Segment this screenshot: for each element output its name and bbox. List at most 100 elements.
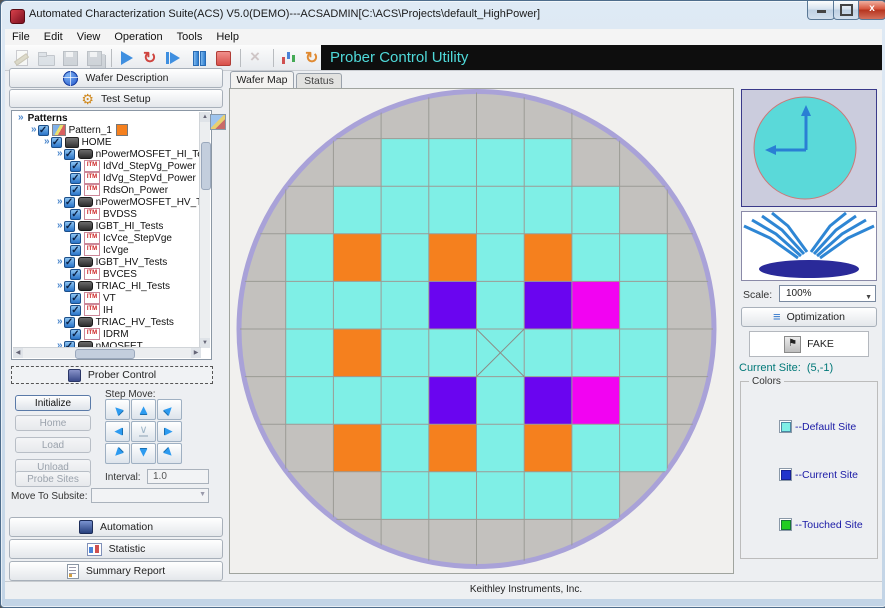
wafer-map[interactable] [230,89,733,573]
wafer-die[interactable] [429,472,477,520]
checkbox-checked[interactable]: ✓ [70,173,81,184]
wafer-die[interactable] [381,377,429,425]
pattern-tree[interactable]: »Patterns»✓Pattern_1»✓HOME»✓nPowerMOSFET… [11,110,212,360]
step-move-center[interactable]: ∨ [131,421,156,442]
checkbox-checked[interactable]: ✓ [70,185,81,196]
wafer-die[interactable] [286,234,334,282]
scroll-down-icon[interactable]: ▼ [200,338,210,348]
save-all-icon[interactable] [83,48,105,68]
optimization-button[interactable]: ≡ Optimization [741,307,877,327]
menu-operation[interactable]: Operation [107,31,169,43]
wafer-die[interactable] [477,472,525,520]
checkbox-checked[interactable]: ✓ [70,329,81,340]
wafer-die[interactable] [477,377,525,425]
wafer-die[interactable] [572,329,620,377]
wafer-die[interactable] [620,377,668,425]
wafer-die[interactable] [286,377,334,425]
repeat-icon[interactable] [140,48,162,68]
initialize-button[interactable]: Initialize [15,395,91,411]
checkbox-checked[interactable]: ✓ [70,233,81,244]
step-move-down-left[interactable]: ▲ [105,443,130,464]
wafer-die[interactable] [524,281,572,329]
wafer-die[interactable] [381,472,429,520]
wafer-die[interactable] [524,139,572,187]
expander-icon[interactable]: » [57,197,63,207]
tree-item-idrm[interactable]: ✓ITMIDRM [12,328,200,340]
report-icon[interactable] [278,48,300,68]
interval-field[interactable]: 1.0 [147,469,209,484]
tree-item-rdson_power[interactable]: ✓ITMRdsOn_Power [12,184,200,196]
wafer-die[interactable] [572,281,620,329]
wafer-die[interactable] [524,424,572,472]
wafer-die[interactable] [572,186,620,234]
step-move-down-right[interactable]: ▲ [157,443,182,464]
wafer-die[interactable] [333,424,381,472]
expander-icon[interactable]: » [57,221,63,231]
tree-item-patterns[interactable]: »Patterns [12,112,200,124]
tab-wafer-map[interactable]: Wafer Map [230,71,294,88]
wafer-die[interactable] [429,424,477,472]
wafer-die[interactable] [524,234,572,282]
wafer-die[interactable] [477,424,525,472]
checkbox-checked[interactable]: ✓ [64,317,75,328]
pattern-thumbnail-icon[interactable] [210,114,226,130]
wafer-die[interactable] [524,377,572,425]
tab-status[interactable]: Status [296,73,342,88]
wafer-die[interactable] [333,186,381,234]
step-move-up[interactable]: ▲ [131,399,156,420]
probe-sites-button[interactable]: Probe Sites [15,471,91,487]
tree-item-icvce_stepvge[interactable]: ✓ITMIcVce_StepVge [12,232,200,244]
statistic-button[interactable]: Statistic [9,539,223,559]
scroll-left-icon[interactable]: ◀ [13,348,23,358]
menu-edit[interactable]: Edit [37,31,70,43]
menu-file[interactable]: File [5,31,37,43]
expander-icon[interactable]: » [44,137,50,147]
wafer-die[interactable] [429,281,477,329]
wafer-die[interactable] [524,329,572,377]
checkbox-checked[interactable]: ✓ [51,137,62,148]
expander-icon[interactable]: » [57,257,63,267]
tree-item-igbt_hv_tests[interactable]: »✓IGBT_HV_Tests [12,256,200,268]
checkbox-checked[interactable]: ✓ [64,149,75,160]
home-button[interactable]: Home [15,415,91,431]
scale-combobox[interactable]: 100% ▼ [779,285,876,302]
new-icon[interactable] [11,48,33,68]
checkbox-checked[interactable]: ✓ [64,281,75,292]
wafer-die[interactable] [333,234,381,282]
checkbox-checked[interactable]: ✓ [38,125,49,136]
wafer-die[interactable] [477,281,525,329]
wafer-die[interactable] [572,424,620,472]
wafer-die[interactable] [572,472,620,520]
prober-control-header[interactable]: Prober Control [11,366,213,384]
tree-item-home[interactable]: »✓HOME [12,136,200,148]
tree-item-triac_hi_tests[interactable]: »✓TRIAC_HI_Tests [12,280,200,292]
abort-icon[interactable] [245,48,267,68]
summary-report-button[interactable]: Summary Report [9,561,223,581]
wafer-map-panel[interactable] [229,88,734,574]
expander-icon[interactable]: » [31,125,37,135]
expander-icon[interactable]: » [57,317,63,327]
checkbox-checked[interactable]: ✓ [70,293,81,304]
tree-item-npowermosfet_hv_tests[interactable]: »✓nPowerMOSFET_HV_Tests [12,196,200,208]
step-move-up-left[interactable]: ▲ [105,399,130,420]
load-button[interactable]: Load [15,437,91,453]
wafer-die[interactable] [286,329,334,377]
checkbox-checked[interactable]: ✓ [70,269,81,280]
wafer-die[interactable] [477,186,525,234]
wafer-die[interactable] [381,234,429,282]
wafer-die[interactable] [333,329,381,377]
checkbox-checked[interactable]: ✓ [64,221,75,232]
tree-item-idvd_stepvg_power[interactable]: ✓ITMIdVd_StepVg_Power [12,160,200,172]
pause-icon[interactable] [188,48,210,68]
scroll-thumb[interactable] [201,142,211,190]
tree-vertical-scrollbar[interactable]: ▲ ▼ [199,112,210,348]
wafer-die[interactable] [524,472,572,520]
menu-tools[interactable]: Tools [170,31,210,43]
wafer-die[interactable] [381,424,429,472]
scroll-right-icon[interactable]: ▶ [191,348,201,358]
tree-horizontal-scrollbar[interactable]: ◀ ▶ [13,347,201,358]
fake-button[interactable]: ⚑ FAKE [749,331,869,357]
test-setup-button[interactable]: ⚙ Test Setup [9,89,223,108]
step-move-right[interactable]: ▲ [157,421,182,442]
scroll-thumb[interactable] [75,349,135,359]
